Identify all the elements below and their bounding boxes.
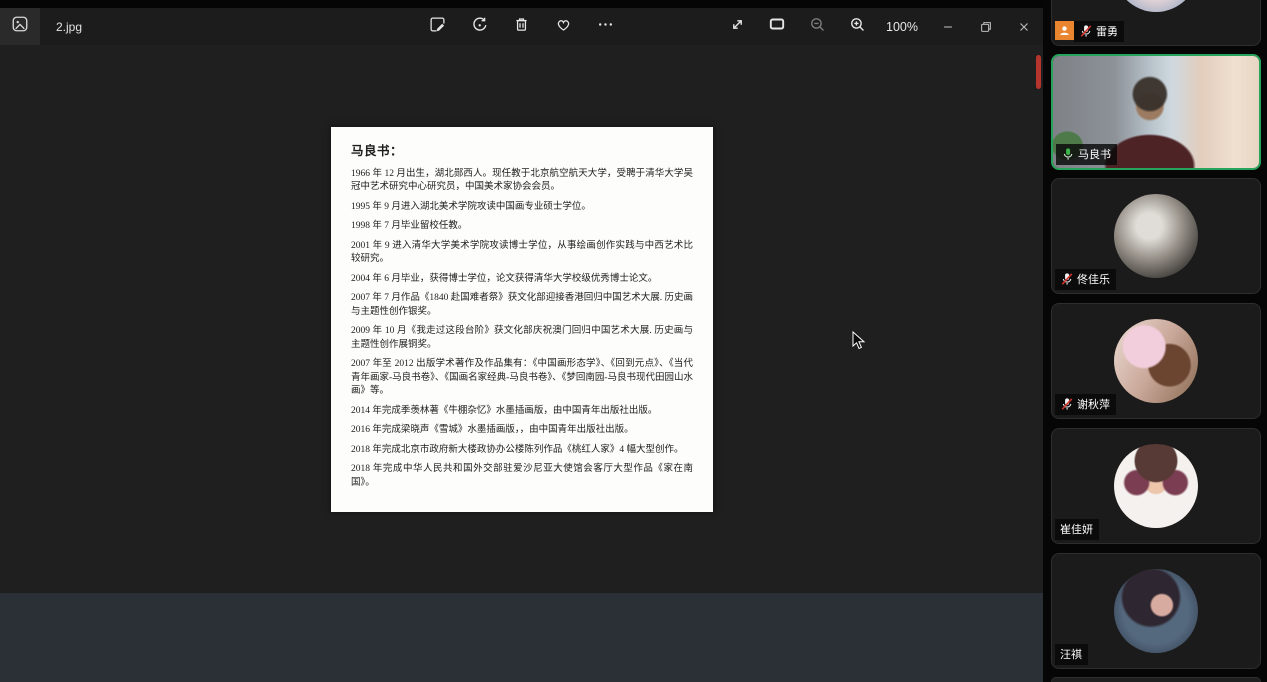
meeting-sidebar: 雷勇 马良书 — [1043, 0, 1267, 682]
avatar — [1114, 194, 1198, 278]
zoom-out-button[interactable] — [802, 12, 832, 42]
participant-tile-active-speaker[interactable]: 马良书 — [1051, 54, 1261, 170]
restore-button[interactable] — [967, 8, 1005, 45]
avatar — [1114, 444, 1198, 528]
fit-to-window-button[interactable] — [762, 12, 792, 42]
titlebar: 2.jpg — [0, 8, 1043, 45]
scrollbar-thumb[interactable] — [1036, 55, 1041, 89]
mic-muted-icon — [1060, 397, 1074, 411]
document-image: 马良书： 1966 年 12 月出生，湖北郧西人。现任教于北京航空航天大学，受聘… — [331, 127, 713, 512]
more-button[interactable] — [591, 12, 621, 42]
document-paragraph: 2014 年完成季羡林著《牛棚杂忆》水墨插画版，由中国青年出版社出版。 — [351, 405, 693, 418]
favorite-button[interactable] — [549, 12, 579, 42]
participant-tile[interactable]: 谢秋萍 — [1051, 303, 1261, 419]
document-paragraph: 2001 年 9 进入清华大学美术学院攻读博士学位，从事绘画创作实践与中西艺术比… — [351, 240, 693, 267]
fit-screen-icon — [768, 15, 786, 38]
rotate-icon — [471, 16, 488, 38]
mic-muted-icon — [1060, 272, 1074, 286]
close-button[interactable] — [1005, 8, 1043, 45]
resize-arrows-icon — [729, 16, 746, 38]
participant-name: 马良书 — [1078, 146, 1111, 162]
zoom-toolbar: 100% — [722, 8, 918, 45]
rotate-button[interactable] — [465, 12, 495, 42]
edit-image-button[interactable] — [423, 12, 453, 42]
document-paragraph: 2007 年 7 月作品《1840 赴国难者祭》获文化部迎接香港回归中国艺术大展… — [351, 292, 693, 319]
photos-app-button[interactable] — [0, 8, 40, 45]
photo-canvas: 马良书： 1966 年 12 月出生，湖北郧西人。现任教于北京航空航天大学，受聘… — [0, 45, 1043, 593]
zoom-out-icon — [809, 16, 826, 38]
participant-tile[interactable]: 雷勇 — [1051, 0, 1261, 46]
edit-image-icon — [429, 16, 446, 38]
participant-tile-partial — [1051, 677, 1261, 682]
avatar — [1114, 569, 1198, 653]
participant-name: 谢秋萍 — [1077, 396, 1110, 412]
heart-icon — [555, 16, 572, 38]
window-controls — [929, 8, 1043, 45]
participant-name: 雷勇 — [1096, 23, 1118, 39]
ellipsis-icon — [597, 16, 614, 38]
filename: 2.jpg — [56, 20, 82, 34]
document-paragraph: 2016 年完成梁晓声《雪城》水墨插画版，，由中国青年出版社出版。 — [351, 424, 693, 437]
photo-viewer-window: 2.jpg — [0, 0, 1043, 593]
sharing-badge-icon — [1055, 21, 1074, 40]
document-paragraph: 2009 年 10 月《我走过这段台阶》获文化部庆祝澳门回归中国艺术大展. 历史… — [351, 325, 693, 352]
edit-toolbar — [423, 8, 621, 45]
document-title: 马良书： — [351, 140, 693, 159]
participant-tile[interactable]: 佟佳乐 — [1051, 178, 1261, 294]
document-paragraph: 1998 年 7 月毕业留校任教。 — [351, 220, 693, 233]
delete-button[interactable] — [507, 12, 537, 42]
zoom-level: 100% — [886, 20, 918, 34]
restore-icon — [979, 20, 993, 34]
participant-tile[interactable]: 崔佳妍 — [1051, 428, 1261, 544]
participant-tile[interactable]: 汪祺 — [1051, 553, 1261, 669]
document-paragraph: 1966 年 12 月出生，湖北郧西人。现任教于北京航空航天大学，受聘于清华大学… — [351, 168, 693, 195]
screen: 2.jpg — [0, 0, 1267, 682]
document-paragraph: 2004 年 6 月毕业，获得博士学位，论文获得清华大学校级优秀博士论文。 — [351, 273, 693, 286]
trash-icon — [513, 16, 530, 38]
avatar — [1114, 0, 1198, 12]
actual-size-button[interactable] — [722, 12, 752, 42]
minimize-icon — [941, 20, 955, 34]
document-paragraph: 2007 年至 2012 出版学术著作及作品集有：《中国画形态学》、《回到元点》… — [351, 358, 693, 398]
background-window-area — [0, 593, 1043, 682]
zoom-in-icon — [849, 16, 866, 38]
participant-name: 崔佳妍 — [1060, 521, 1093, 537]
participant-name: 佟佳乐 — [1077, 271, 1110, 287]
window-top-edge — [0, 0, 1043, 8]
mic-muted-icon — [1079, 24, 1093, 38]
document-paragraph: 1995 年 9 月进入湖北美术学院攻读中国画专业硕士学位。 — [351, 201, 693, 214]
minimize-button[interactable] — [929, 8, 967, 45]
avatar — [1114, 319, 1198, 403]
zoom-in-button[interactable] — [842, 12, 872, 42]
participant-name: 汪祺 — [1060, 646, 1082, 662]
close-icon — [1017, 20, 1031, 34]
document-paragraph: 2018 年完成北京市政府新大楼政协办公楼陈列作品《桃红人家》4 幅大型创作。 — [351, 444, 693, 457]
document-paragraph: 2018 年完成中华人民共和国外交部驻爱沙尼亚大使馆会客厅大型作品《家在南国》。 — [351, 463, 693, 490]
mic-on-icon — [1061, 147, 1075, 161]
photo-app-icon — [11, 15, 29, 38]
mouse-cursor — [852, 331, 866, 351]
